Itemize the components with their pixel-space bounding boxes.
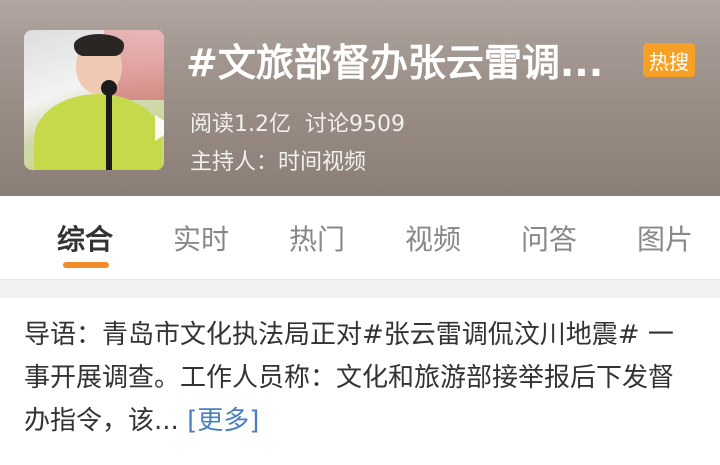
play-icon[interactable]	[148, 108, 164, 148]
topic-title: #文旅部督办张云雷调...	[186, 41, 604, 85]
hot-search-badge: 热搜	[643, 43, 695, 77]
topic-video-thumbnail[interactable]	[24, 30, 164, 170]
microphone-head	[101, 80, 117, 96]
tab-qa[interactable]: 问答	[521, 218, 577, 258]
topic-header: #文旅部督办张云雷调... 热搜 阅读1.2亿 讨论9509 主持人：时间视频	[0, 0, 720, 196]
microphone-stand	[106, 86, 112, 170]
tab-comprehensive[interactable]: 综合	[57, 218, 113, 258]
topic-stats: 阅读1.2亿 讨论9509	[190, 106, 405, 138]
topic-intro: 导语：青岛市文化执法局正对#张云雷调侃汶川地震# 一事开展调查。工作人员称：文化…	[24, 314, 696, 443]
read-count: 阅读1.2亿	[190, 112, 291, 137]
topic-tabs: 综合 实时 热门 视频 问答 图片	[0, 196, 720, 280]
active-tab-indicator	[63, 262, 109, 268]
tab-video[interactable]: 视频	[405, 218, 461, 258]
tab-popular[interactable]: 热门	[289, 218, 345, 258]
performer-body	[34, 94, 162, 170]
discuss-count: 讨论9509	[305, 112, 405, 137]
performer-hair	[74, 34, 124, 56]
tab-realtime[interactable]: 实时	[173, 218, 229, 258]
section-divider	[0, 280, 720, 298]
intro-text: 导语：青岛市文化执法局正对#张云雷调侃汶川地震# 一事开展调查。工作人员称：文化…	[24, 320, 675, 436]
topic-host[interactable]: 主持人：时间视频	[190, 144, 366, 176]
tab-images[interactable]: 图片	[637, 218, 693, 258]
more-link[interactable]: [更多]	[187, 406, 259, 436]
